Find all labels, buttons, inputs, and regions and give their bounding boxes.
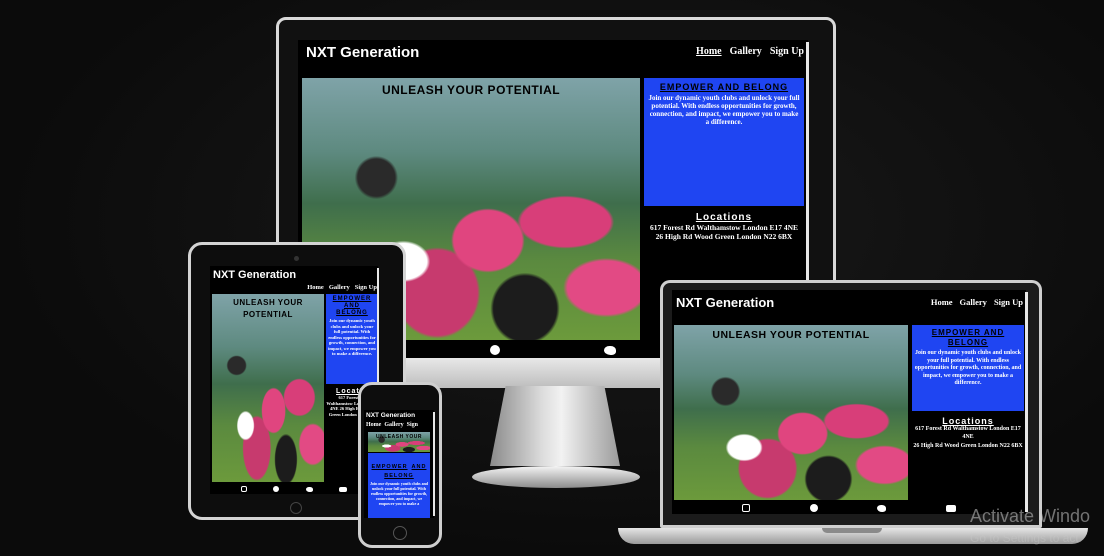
monitor-stand [490, 386, 620, 466]
brand-logo[interactable]: NXT Generation [306, 44, 419, 61]
brand-logo[interactable]: NXT Generation [676, 295, 774, 310]
brand-logo[interactable]: NXT Generation [213, 269, 296, 281]
empower-title-3: BELONG [336, 310, 368, 316]
laptop-scrollbar[interactable] [1025, 292, 1028, 512]
nav-gallery[interactable]: Gallery [329, 284, 350, 291]
hero-title-line1: UNLEASH YOUR [233, 298, 303, 307]
activate-windows-subtext: Go to Settings to act [970, 531, 1079, 545]
brand-logo[interactable]: NXT Generation [366, 412, 415, 419]
empower-title: EMPOWER AND BELONG [659, 82, 789, 92]
nav-signup[interactable]: Sign [407, 422, 418, 428]
tablet-camera [294, 256, 299, 261]
laptop-site: NXT Generation Home Gallery Sign Up UNLE… [672, 290, 1026, 514]
nav-gallery[interactable]: Gallery [730, 46, 762, 57]
footer [210, 484, 378, 494]
navbar: NXT Generation Home Gallery Sign Up [672, 290, 1026, 324]
mockup-stage: NXT Generation Home Gallery Sign Up UNLE… [0, 0, 1104, 556]
empower-text: Join our dynamic youth clubs and unlock … [369, 481, 429, 506]
empower-text: Join our dynamic youth clubs and unlock … [914, 350, 1022, 386]
hero-title: UNLEASH YOUR [376, 434, 422, 440]
twitter-icon[interactable] [604, 345, 616, 355]
navbar: NXT Generation Home Gallery Sign [364, 410, 434, 432]
empower-panel: EMPOWER AND BELONG Join our dynamic yout… [368, 453, 430, 518]
locations-panel: Locations 617 Forest Rd Walthamstow Lond… [644, 212, 804, 252]
nav-home[interactable]: Home [366, 422, 381, 428]
phone-home-button [393, 526, 407, 540]
navbar: NXT Generation Home Gallery Sign Up [210, 266, 378, 294]
facebook-icon[interactable] [809, 504, 818, 512]
hero-image: UNLEASH YOUR POTENTIAL [674, 325, 908, 500]
phone-scrollbar[interactable] [433, 412, 435, 516]
location-1: 617 Forest Rd Walthamstow London E17 4NE [915, 426, 1021, 440]
empower-title-1: EMPOWER [332, 296, 372, 302]
phone-site: NXT Generation Home Gallery Sign UNLEASH… [364, 410, 434, 518]
youtube-icon[interactable] [338, 486, 347, 492]
instagram-icon[interactable] [241, 486, 248, 492]
empower-title-3: BELONG [384, 473, 414, 479]
empower-text: Join our dynamic youth clubs and unlock … [648, 94, 800, 126]
hero-title: UNLEASH YOUR POTENTIAL [712, 329, 870, 341]
twitter-icon[interactable] [877, 504, 887, 512]
youtube-icon[interactable] [946, 504, 957, 512]
locations-panel: Locations 617 Forest Rd Walthamstow Lond… [912, 416, 1024, 462]
empower-title-1: EMPOWER [371, 464, 408, 470]
location-2: 26 High Rd Wood Green London N22 6BX [913, 443, 1023, 449]
empower-panel: EMPOWER AND BELONG Join our dynamic yout… [644, 78, 804, 206]
navbar: NXT Generation Home Gallery Sign Up [298, 40, 808, 76]
nav-menu: Home Gallery Sign [366, 422, 418, 428]
empower-panel: EMPOWER AND BELONG Join our dynamic yout… [912, 325, 1024, 411]
tablet-site: NXT Generation Home Gallery Sign Up UNLE… [210, 266, 378, 494]
nav-menu: Home Gallery Sign Up [696, 46, 804, 57]
nav-gallery[interactable]: Gallery [384, 422, 403, 428]
empower-title-2: AND [411, 464, 427, 470]
location-1: 617 Forest Rd Walthamstow London E17 4NE [649, 223, 799, 232]
nav-home[interactable]: Home [931, 297, 953, 307]
facebook-icon[interactable] [490, 345, 500, 355]
hero-title: UNLEASH YOUR POTENTIAL [381, 83, 561, 97]
nav-gallery[interactable]: Gallery [960, 297, 987, 307]
locations-title: Locations [695, 212, 753, 223]
twitter-icon[interactable] [305, 486, 313, 492]
instagram-icon[interactable] [741, 504, 750, 512]
nav-menu: Home Gallery Sign Up [307, 284, 377, 291]
monitor-base [472, 466, 640, 488]
nav-signup[interactable]: Sign Up [355, 284, 377, 291]
facebook-icon[interactable] [273, 486, 280, 492]
laptop-notch [822, 528, 882, 533]
hero-image: UNLEASH YOUR POTENTIAL [212, 294, 324, 482]
nav-signup[interactable]: Sign Up [994, 297, 1023, 307]
empower-panel: EMPOWER AND BELONG Join our dynamic yout… [326, 294, 378, 384]
empower-title-2: AND [344, 303, 360, 309]
location-2: 26 High Rd Wood Green London N22 6BX [655, 232, 793, 241]
hero-title-line2: POTENTIAL [243, 310, 293, 319]
footer [438, 342, 668, 358]
empower-title: EMPOWER AND BELONG [931, 328, 1005, 347]
nav-home[interactable]: Home [696, 46, 722, 57]
empower-text: Join our dynamic youth clubs and unlock … [328, 318, 376, 356]
nav-menu: Home Gallery Sign Up [931, 297, 1023, 307]
nav-home[interactable]: Home [307, 284, 324, 291]
locations-title: Locations [942, 416, 994, 426]
hero-image: UNLEASH YOUR [368, 432, 430, 452]
nav-signup[interactable]: Sign Up [770, 46, 804, 57]
tablet-home-button [290, 502, 302, 514]
activate-windows-watermark: Activate Windo [970, 506, 1091, 526]
